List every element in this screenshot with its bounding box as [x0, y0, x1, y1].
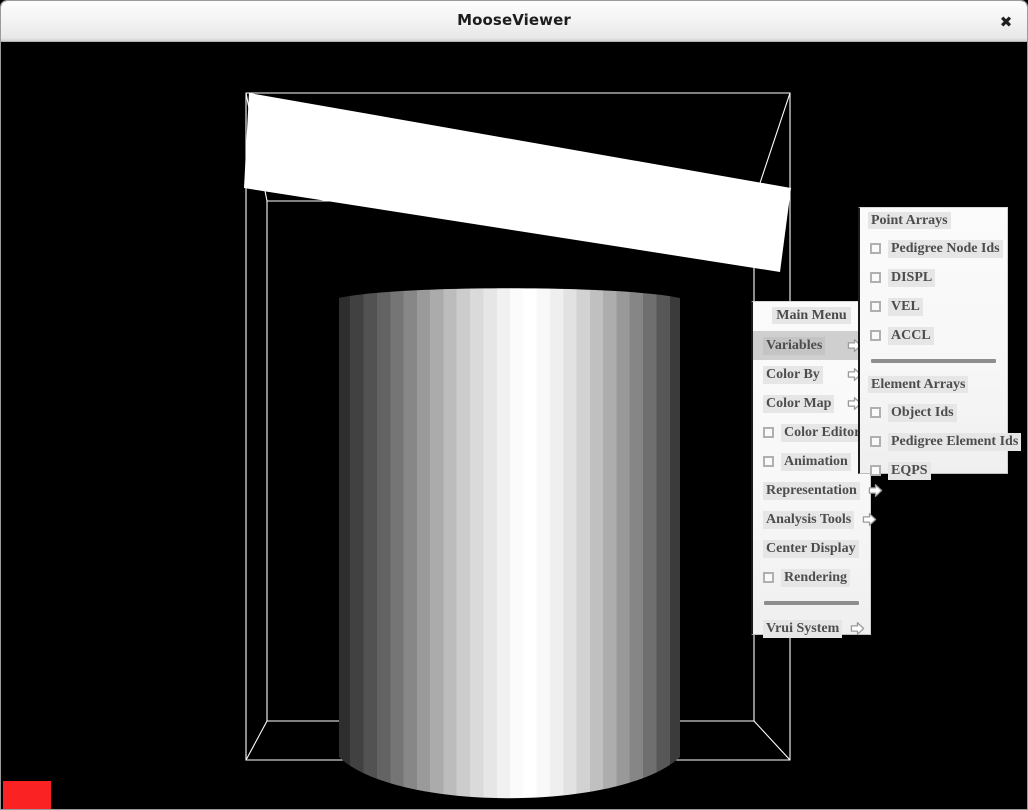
- cascade-arrow-icon: [862, 513, 877, 526]
- item-label: ACCL: [888, 326, 934, 345]
- menu-item-analysis-tools[interactable]: Analysis Tools: [753, 505, 877, 534]
- item-label: Pedigree Node Ids: [888, 239, 1003, 258]
- title-bar: MooseViewer ✖: [1, 1, 1027, 42]
- checkbox-color-editor[interactable]: [763, 427, 774, 438]
- main-menu-item-list: Variables Color By Color Map Color Editor An…: [753, 331, 882, 643]
- menu-item-animation[interactable]: Animation: [753, 447, 870, 476]
- item-label: Pedigree Element Ids: [888, 432, 1022, 451]
- submenu-item-pedigree-element-ids[interactable]: Pedigree Element Ids: [860, 427, 1022, 456]
- checkbox-animation[interactable]: [763, 456, 774, 467]
- section-heading-label: Point Arrays: [868, 212, 951, 229]
- variables-submenu-body: Point Arrays Pedigree Node Ids DISPL VEL ACC…: [860, 208, 1022, 485]
- item-label: Analysis Tools: [763, 510, 855, 529]
- menu-item-color-by[interactable]: Color By: [753, 360, 870, 389]
- item-label: Vrui System: [763, 619, 843, 638]
- item-label: Color By: [763, 365, 823, 384]
- main-menu-title-label: Main Menu: [772, 307, 851, 324]
- submenu-item-accl[interactable]: ACCL: [860, 321, 1007, 350]
- item-label: Variables: [763, 336, 826, 355]
- submenu-item-pedigree-node-ids[interactable]: Pedigree Node Ids: [860, 234, 1007, 263]
- item-label: Color Editor: [781, 423, 864, 442]
- menu-item-rendering[interactable]: Rendering: [753, 563, 870, 592]
- item-label: Color Map: [763, 394, 835, 413]
- section-heading-element-arrays: Element Arrays: [860, 372, 1007, 398]
- menu-item-vrui-system[interactable]: Vrui System: [753, 614, 870, 643]
- variables-submenu-panel: Point Arrays Pedigree Node Ids DISPL VEL ACC…: [858, 207, 1022, 480]
- slab-plane: [244, 93, 791, 272]
- checkbox-object-ids[interactable]: [870, 407, 881, 418]
- menu-item-color-editor[interactable]: Color Editor: [753, 418, 870, 447]
- item-label: Rendering: [781, 568, 850, 587]
- item-label: DISPL: [888, 268, 936, 287]
- item-label: Center Display: [763, 539, 859, 558]
- main-menu-panel: Main Menu Variables Color By Color Map Colo…: [751, 301, 882, 638]
- status-color-swatch[interactable]: [3, 781, 51, 809]
- item-label: EQPS: [888, 461, 931, 480]
- window-title: MooseViewer: [457, 11, 571, 29]
- submenu-item-object-ids[interactable]: Object Ids: [860, 398, 1007, 427]
- menu-item-color-map[interactable]: Color Map: [753, 389, 870, 418]
- checkbox-vel[interactable]: [870, 301, 881, 312]
- main-menu-title: Main Menu: [753, 302, 870, 331]
- menu-item-center-display[interactable]: Center Display: [753, 534, 870, 563]
- item-label: VEL: [888, 297, 923, 316]
- checkbox-accl[interactable]: [870, 330, 881, 341]
- checkbox-pedigree-node-ids[interactable]: [870, 243, 881, 254]
- submenu-item-vel[interactable]: VEL: [860, 292, 1007, 321]
- checkbox-pedigree-element-ids[interactable]: [870, 436, 881, 447]
- checkbox-displ[interactable]: [870, 272, 881, 283]
- submenu-item-displ[interactable]: DISPL: [860, 263, 1007, 292]
- cascade-arrow-icon: [850, 622, 865, 635]
- item-label: Object Ids: [888, 403, 957, 422]
- submenu-separator: [871, 359, 996, 363]
- cylinder-object: [339, 288, 680, 799]
- menu-separator: [764, 601, 859, 605]
- submenu-item-eqps[interactable]: EQPS: [860, 456, 1007, 485]
- close-icon[interactable]: ✖: [994, 10, 1018, 34]
- application-window: MooseViewer ✖ Main Menu Variables Color …: [0, 0, 1028, 810]
- item-label: Representation: [763, 481, 860, 500]
- section-heading-label: Element Arrays: [868, 376, 969, 393]
- checkbox-rendering[interactable]: [763, 572, 774, 583]
- section-heading-point-arrays: Point Arrays: [860, 208, 1007, 234]
- checkbox-eqps[interactable]: [870, 465, 881, 476]
- menu-item-representation[interactable]: Representation: [753, 476, 882, 505]
- menu-item-variables[interactable]: Variables: [753, 331, 870, 360]
- item-label: Animation: [781, 452, 851, 471]
- cascade-arrow-icon: [868, 484, 882, 497]
